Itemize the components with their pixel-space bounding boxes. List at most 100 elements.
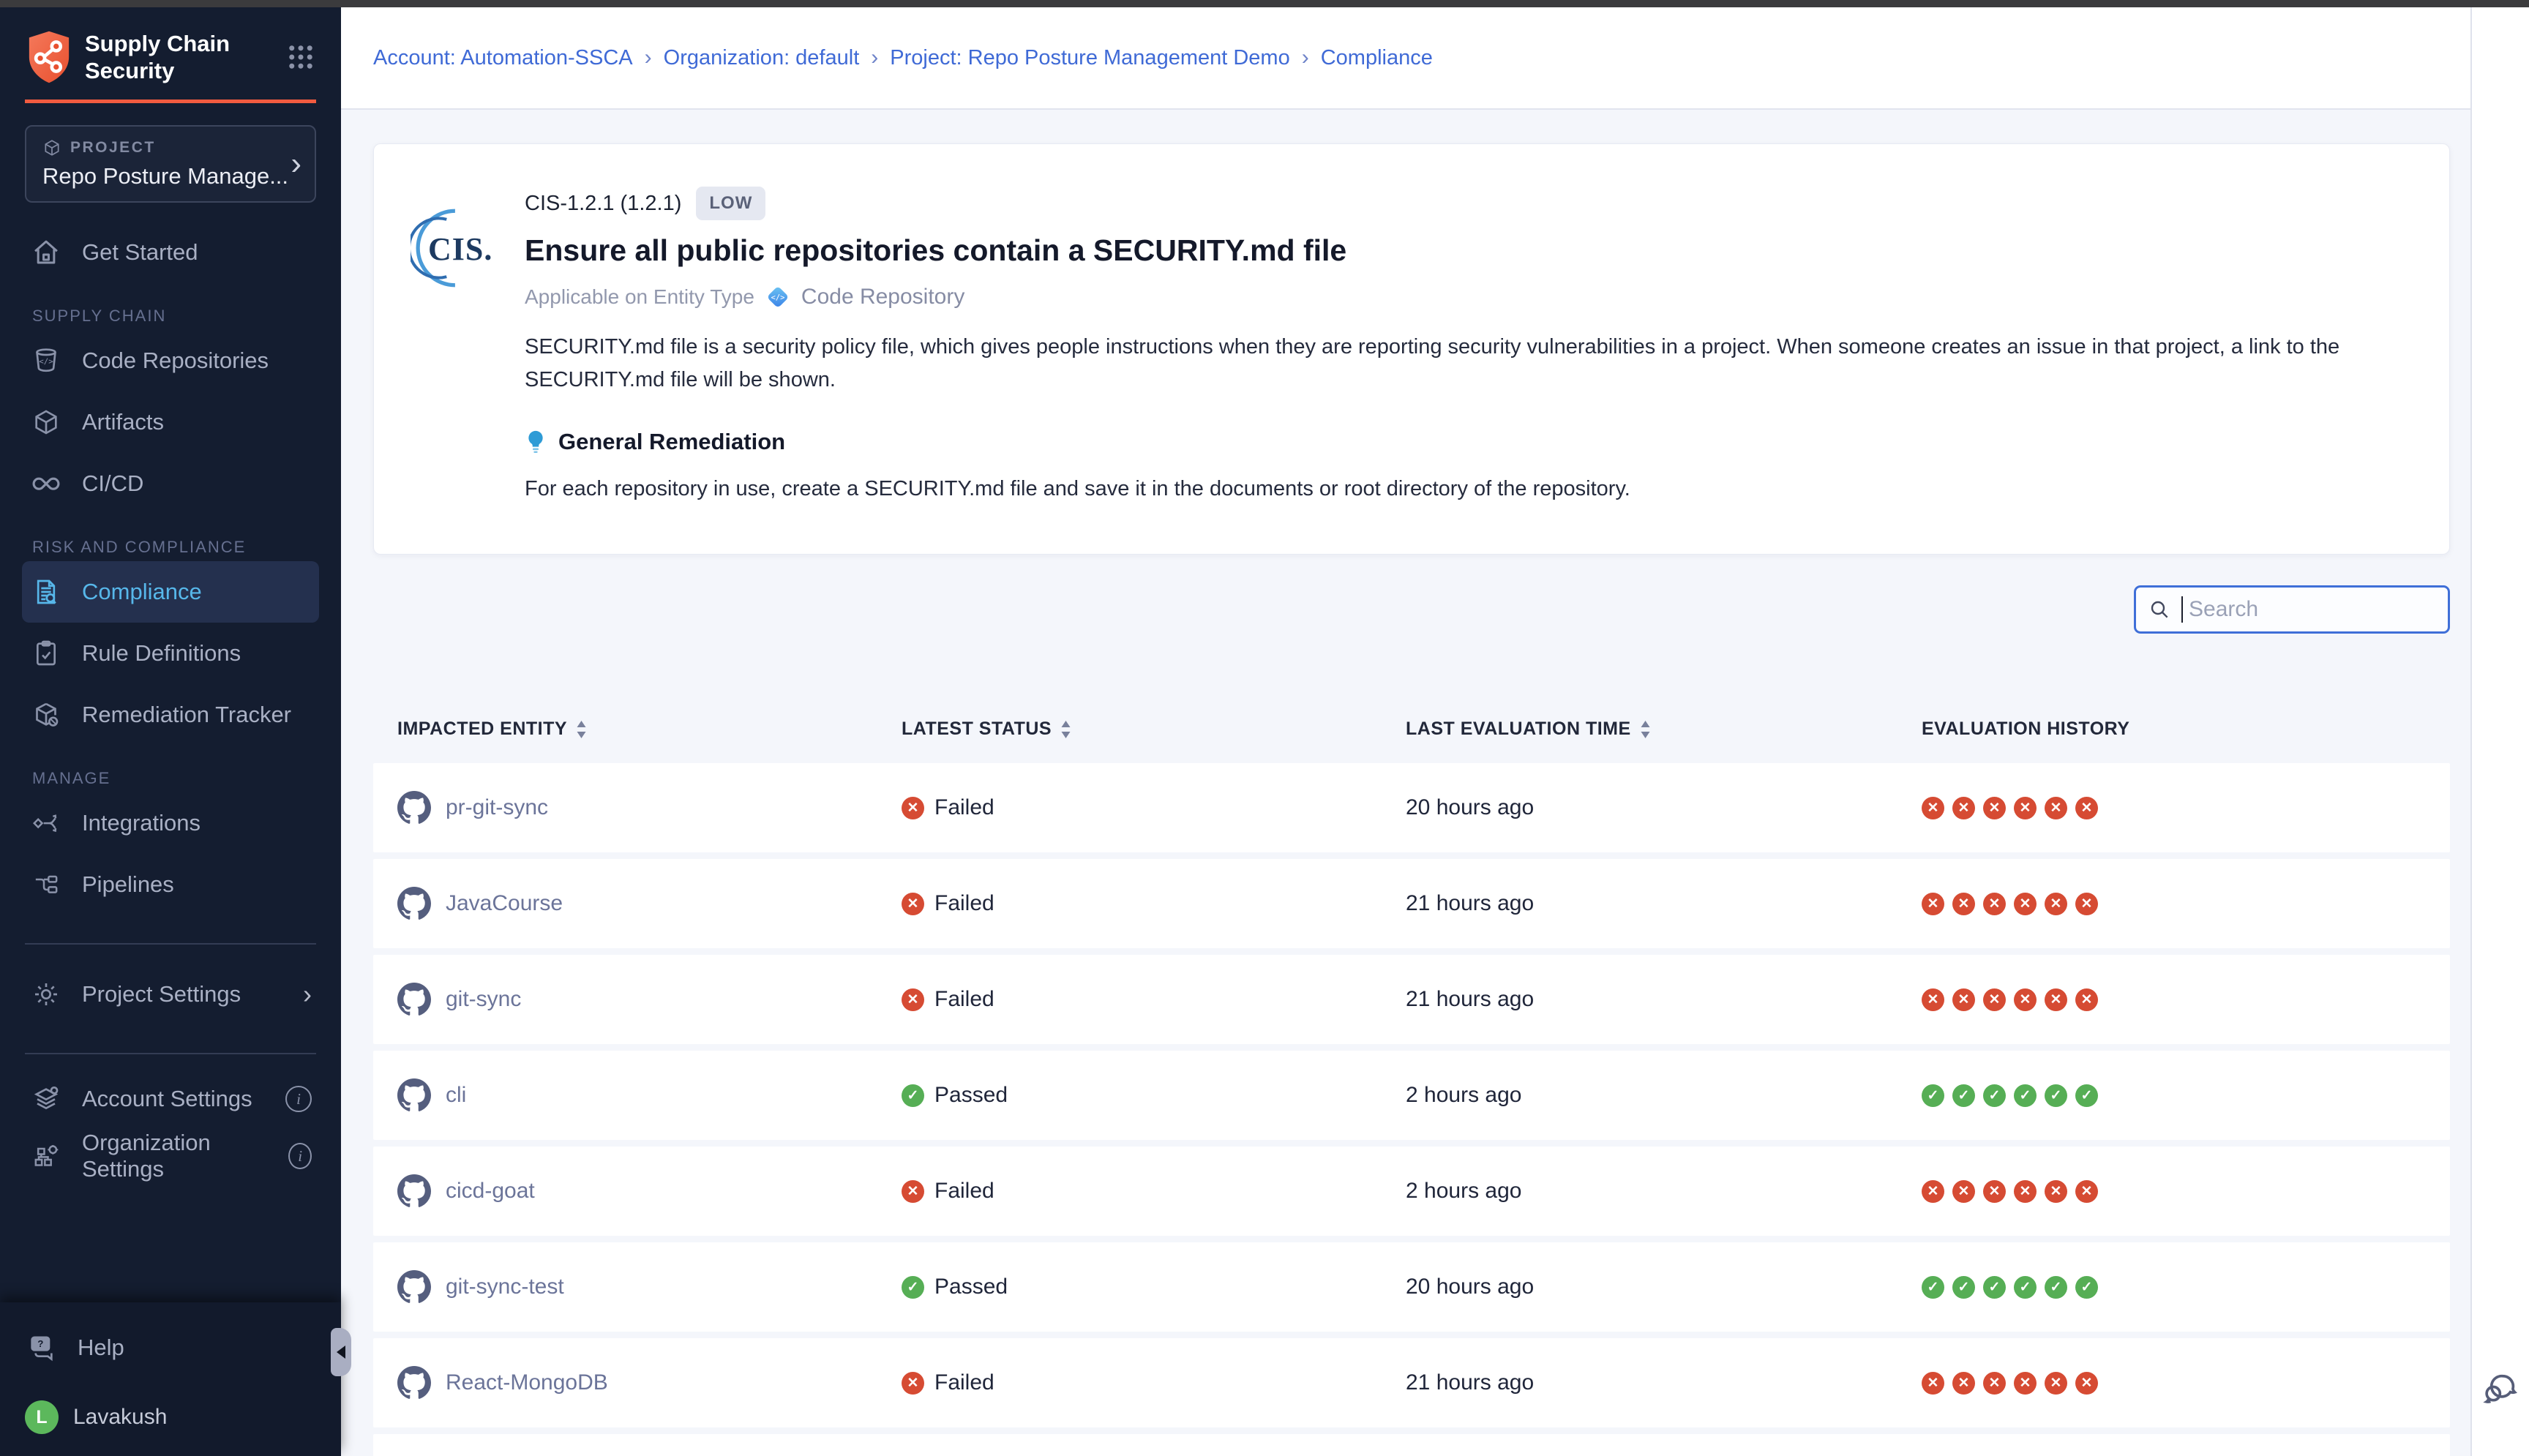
github-icon bbox=[397, 983, 431, 1016]
sidebar-item-account-settings[interactable]: Account Settings i bbox=[22, 1070, 319, 1127]
table-row[interactable]: Passed bbox=[373, 1434, 2450, 1456]
table-row[interactable]: git-sync Failed 21 hours ago bbox=[373, 955, 2450, 1044]
breadcrumb-project[interactable]: Project: Repo Posture Management Demo bbox=[890, 46, 1289, 70]
breadcrumb-compliance[interactable]: Compliance bbox=[1321, 46, 1433, 70]
status-label: Passed bbox=[934, 1083, 1008, 1108]
cis-logo: CIS. bbox=[411, 206, 495, 290]
sort-icon bbox=[576, 721, 587, 738]
search-input[interactable] bbox=[2187, 596, 2436, 623]
history-icon bbox=[1922, 1372, 1944, 1395]
sidebar-item-help[interactable]: ? Help bbox=[25, 1327, 316, 1368]
evaluation-history bbox=[1910, 797, 2450, 819]
user-menu[interactable]: L Lavakush bbox=[25, 1400, 316, 1434]
column-header-latest-status[interactable]: LATEST STATUS bbox=[902, 718, 1406, 740]
table-row[interactable]: JavaCourse Failed 21 hours ago bbox=[373, 859, 2450, 948]
last-evaluation-time: 20 hours ago bbox=[1406, 1275, 1910, 1299]
compliance-document-icon bbox=[29, 577, 63, 607]
history-icon bbox=[1952, 893, 1975, 915]
pipelines-icon bbox=[29, 870, 63, 899]
breadcrumb-account[interactable]: Account: Automation-SSCA bbox=[373, 46, 633, 70]
sidebar-item-label: Compliance bbox=[82, 579, 202, 605]
sidebar-item-cicd[interactable]: CI/CD bbox=[22, 453, 319, 514]
table-row[interactable]: cicd-goat Failed 2 hours ago bbox=[373, 1147, 2450, 1236]
entity-name[interactable]: cli bbox=[446, 1083, 466, 1108]
history-icon bbox=[1922, 988, 1944, 1011]
evaluation-history bbox=[1910, 1276, 2450, 1299]
evaluation-history bbox=[1910, 1084, 2450, 1107]
entity-name[interactable]: JavaCourse bbox=[446, 891, 563, 916]
sidebar-item-artifacts[interactable]: Artifacts bbox=[22, 391, 319, 453]
sidebar-item-compliance[interactable]: Compliance bbox=[22, 561, 319, 623]
project-selector[interactable]: PROJECT Repo Posture Manage... › bbox=[25, 125, 316, 203]
info-icon[interactable]: i bbox=[285, 1086, 312, 1112]
entity-name[interactable]: pr-git-sync bbox=[446, 795, 548, 820]
evaluation-history bbox=[1910, 988, 2450, 1011]
history-icon bbox=[2014, 797, 2037, 819]
sidebar-item-get-started[interactable]: Get Started bbox=[22, 222, 319, 283]
divider bbox=[25, 1053, 316, 1054]
artifact-box-icon bbox=[29, 408, 63, 437]
status-icon bbox=[902, 1180, 924, 1203]
history-icon bbox=[2045, 1372, 2067, 1395]
history-icon bbox=[2014, 893, 2037, 915]
chat-bubbles-icon[interactable] bbox=[2481, 1369, 2519, 1411]
code-repository-icon: </> bbox=[29, 346, 63, 375]
history-icon bbox=[2075, 1180, 2098, 1203]
history-icon bbox=[1983, 988, 2006, 1011]
app-title: Supply ChainSecurity bbox=[85, 30, 285, 84]
sidebar-item-label: Project Settings bbox=[82, 981, 241, 1007]
sidebar-item-label: Code Repositories bbox=[82, 348, 269, 374]
status-icon bbox=[902, 797, 924, 819]
github-icon bbox=[397, 1270, 431, 1304]
sidebar-collapse-handle[interactable] bbox=[331, 1328, 351, 1376]
sidebar-item-pipelines[interactable]: Pipelines bbox=[22, 854, 319, 915]
rule-id: CIS-1.2.1 (1.2.1) bbox=[525, 192, 681, 216]
svg-text:?: ? bbox=[37, 1338, 43, 1349]
gear-icon bbox=[29, 980, 63, 1009]
user-name: Lavakush bbox=[73, 1405, 167, 1430]
github-icon bbox=[397, 1174, 431, 1208]
entity-name[interactable]: git-sync bbox=[446, 987, 521, 1012]
status-icon bbox=[902, 893, 924, 915]
main-content: CIS. CIS-1.2.1 (1.2.1) LOW Ensure all pu… bbox=[341, 111, 2472, 1456]
clipboard-check-icon bbox=[29, 639, 63, 668]
entity-name[interactable]: git-sync-test bbox=[446, 1275, 564, 1299]
cis-logo-text: CIS. bbox=[428, 230, 492, 268]
last-evaluation-time: 21 hours ago bbox=[1406, 891, 1910, 916]
sidebar-item-label: Integrations bbox=[82, 810, 201, 836]
history-icon bbox=[1922, 1276, 1944, 1299]
entity-type-link[interactable]: Code Repository bbox=[801, 285, 964, 309]
table-row[interactable]: git-sync-test Passed 20 hours ago bbox=[373, 1242, 2450, 1332]
table-row[interactable]: cli Passed 2 hours ago bbox=[373, 1051, 2450, 1140]
github-icon bbox=[397, 1078, 431, 1112]
sidebar-item-code-repositories[interactable]: </> Code Repositories bbox=[22, 330, 319, 391]
entity-name[interactable]: React-MongoDB bbox=[446, 1370, 608, 1395]
avatar: L bbox=[25, 1400, 59, 1434]
column-header-evaluation-history: EVALUATION HISTORY bbox=[1910, 718, 2450, 740]
info-icon[interactable]: i bbox=[288, 1143, 312, 1169]
history-icon bbox=[2075, 1084, 2098, 1107]
sidebar-item-label: Help bbox=[78, 1335, 124, 1361]
breadcrumb-organization[interactable]: Organization: default bbox=[664, 46, 860, 70]
sidebar-item-label: Artifacts bbox=[82, 409, 164, 435]
app-switcher-icon[interactable] bbox=[285, 42, 316, 72]
history-icon bbox=[1983, 893, 2006, 915]
table-row[interactable]: pr-git-sync Failed 20 hours ago bbox=[373, 763, 2450, 852]
table-row[interactable]: React-MongoDB Failed 21 hours ago bbox=[373, 1338, 2450, 1427]
sidebar-item-remediation-tracker[interactable]: Remediation Tracker bbox=[22, 684, 319, 746]
column-header-last-evaluation-time[interactable]: LAST EVALUATION TIME bbox=[1406, 718, 1910, 740]
history-icon bbox=[1922, 1180, 1944, 1203]
sidebar-item-rule-definitions[interactable]: Rule Definitions bbox=[22, 623, 319, 684]
table-header: IMPACTED ENTITY LATEST STATUS LAST EVALU… bbox=[373, 718, 2450, 740]
sidebar-item-organization-settings[interactable]: Organization Settings i bbox=[22, 1127, 319, 1185]
entity-name[interactable]: cicd-goat bbox=[446, 1179, 535, 1204]
status-label: Failed bbox=[934, 795, 994, 820]
evaluation-history bbox=[1910, 1372, 2450, 1395]
sidebar-item-project-settings[interactable]: Project Settings › bbox=[22, 964, 319, 1025]
column-header-impacted-entity[interactable]: IMPACTED ENTITY bbox=[397, 718, 902, 740]
sidebar-item-integrations[interactable]: Integrations bbox=[22, 792, 319, 854]
history-icon bbox=[1922, 797, 1944, 819]
history-icon bbox=[1952, 1276, 1975, 1299]
history-icon bbox=[2045, 1180, 2067, 1203]
history-icon bbox=[1952, 988, 1975, 1011]
